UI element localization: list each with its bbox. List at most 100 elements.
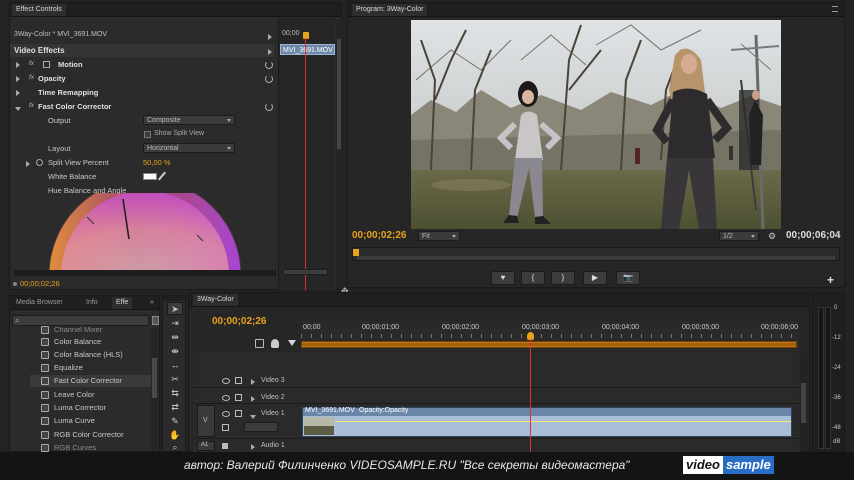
show-split-checkbox[interactable]	[144, 131, 151, 138]
clip-opacity-line[interactable]	[335, 421, 791, 422]
program-time-ruler[interactable]	[352, 247, 840, 261]
sync-lock-v2-icon[interactable]	[235, 394, 242, 401]
timeline-vscroll[interactable]	[800, 353, 807, 451]
play-button[interactable]: ▶	[583, 271, 607, 285]
ec-playhead-marker-icon[interactable]	[303, 32, 309, 39]
timeline-ruler[interactable]: 00;00 00;00;01;00 00;00;02;00 00;00;03;0…	[301, 321, 799, 351]
ec-mini-clip[interactable]: MVI_3691.MOV	[280, 44, 335, 55]
wrench-icon[interactable]: ⚙	[768, 231, 777, 241]
reset-opacity-icon[interactable]	[265, 75, 273, 83]
ec-scrollbar[interactable]	[283, 269, 328, 275]
ec-vertical-scroll[interactable]	[336, 19, 342, 289]
expand-a1-icon[interactable]	[251, 443, 255, 452]
timeline-playhead-line[interactable]	[530, 339, 531, 453]
work-area-bar[interactable]	[301, 341, 797, 348]
track-visibility-v1-icon[interactable]	[222, 411, 230, 417]
marker-icon[interactable]	[271, 339, 279, 348]
in-marker-icon[interactable]	[288, 340, 296, 346]
eyedropper-icon[interactable]	[158, 171, 166, 181]
source-patch-a[interactable]: A1	[197, 441, 215, 451]
tab-info[interactable]: Info	[82, 297, 102, 309]
selection-tool-icon[interactable]: ➤	[167, 302, 183, 315]
keyframe-toggle-icon[interactable]	[222, 424, 229, 431]
collapse-fcc-icon[interactable]	[15, 104, 21, 113]
program-zoom-bar[interactable]	[357, 256, 835, 260]
mark-in-button[interactable]: {	[521, 271, 545, 285]
expand-time-remap-icon[interactable]	[16, 89, 20, 98]
reset-motion-icon[interactable]	[265, 61, 273, 69]
export-frame-button[interactable]: 📷	[616, 271, 640, 285]
timeline-timecode[interactable]: 00;00;02;26	[212, 316, 266, 327]
add-marker-button[interactable]: ♥	[491, 271, 515, 285]
expand-split-icon[interactable]	[26, 160, 30, 169]
expand-arrow-icon[interactable]	[268, 33, 272, 42]
effect-item-color-balance[interactable]: Color Balance	[54, 337, 101, 350]
sync-lock-v3-icon[interactable]	[235, 377, 242, 384]
expand-opacity-icon[interactable]	[16, 75, 20, 84]
new-bin-icon[interactable]	[152, 316, 159, 325]
track-divider-v2	[193, 403, 799, 404]
split-percent-value[interactable]: 50,00 %	[143, 158, 171, 167]
expand-v3-icon[interactable]	[251, 378, 255, 387]
effect-row-time-remap[interactable]: Time Remapping	[10, 86, 274, 99]
meter-bar-right	[825, 307, 831, 449]
track-visibility-v3-icon[interactable]	[222, 378, 230, 384]
more-tabs-icon[interactable]: »	[150, 299, 154, 306]
program-resolution-dropdown[interactable]: 1/2	[719, 231, 759, 241]
ec-scroll-thumb[interactable]	[337, 39, 341, 149]
effect-item-fast-color-corrector[interactable]: Fast Color Corrector	[54, 376, 122, 389]
track-label-video-1: Video 1	[261, 410, 285, 417]
tab-sequence[interactable]: 3Way-Color	[193, 294, 238, 306]
source-patch-v[interactable]: V	[197, 405, 215, 437]
slip-tool-icon[interactable]: ⇆	[167, 387, 183, 400]
layout-dropdown[interactable]: Horizontal	[143, 143, 235, 153]
tab-effect-controls[interactable]: Effect Controls	[12, 4, 66, 16]
program-video-frame[interactable]	[411, 20, 781, 229]
tab-media-browser[interactable]: Media Browser	[12, 297, 67, 309]
slide-tool-icon[interactable]: ⇄	[167, 401, 183, 414]
tab-effects[interactable]: Effe	[112, 297, 133, 309]
logo-sample: sample	[722, 456, 774, 474]
effect-row-opacity[interactable]: fx Opacity	[10, 72, 274, 85]
effect-row-motion[interactable]: fx Motion	[10, 58, 274, 71]
collapse-v1-icon[interactable]	[250, 412, 256, 421]
rate-stretch-tool-icon[interactable]: ↔	[167, 359, 183, 372]
speaker-icon[interactable]	[222, 443, 228, 449]
expand-motion-icon[interactable]	[16, 61, 20, 70]
track-visibility-v2-icon[interactable]	[222, 395, 230, 401]
snap-icon[interactable]	[255, 339, 264, 348]
video-clip-v1[interactable]: MVI_3691.MOV Opacity:Opacity	[302, 407, 792, 437]
effects-scrollbar[interactable]	[151, 328, 158, 450]
pen-tool-icon[interactable]: ✎	[167, 415, 183, 428]
panel-menu-icon[interactable]	[832, 6, 838, 12]
effect-item-rgb-color-corrector[interactable]: RGB Color Corrector	[54, 430, 124, 443]
effect-item-luma-corrector[interactable]: Luma Corrector	[54, 403, 106, 416]
ec-scrollbar-bottom[interactable]	[14, 270, 276, 276]
rolling-edit-tool-icon[interactable]: ⇼	[167, 345, 183, 358]
program-playhead-icon[interactable]	[353, 249, 359, 256]
effect-item-leave-color[interactable]: Leave Color	[54, 390, 94, 403]
ripple-edit-tool-icon[interactable]: ⇹	[167, 331, 183, 344]
mark-out-button[interactable]: }	[551, 271, 575, 285]
button-editor-icon[interactable]: +	[827, 273, 834, 287]
effect-item-luma-curve[interactable]: Luma Curve	[54, 416, 95, 429]
effects-scroll-thumb[interactable]	[152, 358, 157, 398]
video-effects-arrow-icon[interactable]	[268, 48, 272, 57]
track-select-tool-icon[interactable]: ⇥	[167, 317, 183, 330]
white-balance-swatch[interactable]	[143, 173, 157, 180]
effect-row-fcc[interactable]: fx Fast Color Corrector	[10, 100, 274, 113]
stopwatch-icon[interactable]	[36, 159, 43, 166]
program-timecode-left[interactable]: 00;00;02;26	[352, 230, 406, 241]
reset-fcc-icon[interactable]	[265, 103, 273, 111]
razor-tool-icon[interactable]: ✂	[167, 373, 183, 386]
tab-program[interactable]: Program: 3Way-Color	[352, 4, 428, 16]
effect-item-color-balance-hls[interactable]: Color Balance (HLS)	[54, 350, 123, 363]
keyframe-nav[interactable]	[244, 422, 278, 432]
sync-lock-v1-icon[interactable]	[235, 410, 242, 417]
program-fit-dropdown[interactable]: Fit	[418, 231, 460, 241]
timeline-vscroll-thumb[interactable]	[801, 383, 806, 423]
output-dropdown[interactable]: Composite	[143, 115, 235, 125]
expand-v2-icon[interactable]	[251, 395, 255, 404]
hue-color-wheel[interactable]	[47, 193, 243, 275]
fx-fcc-label: fx	[29, 102, 35, 109]
